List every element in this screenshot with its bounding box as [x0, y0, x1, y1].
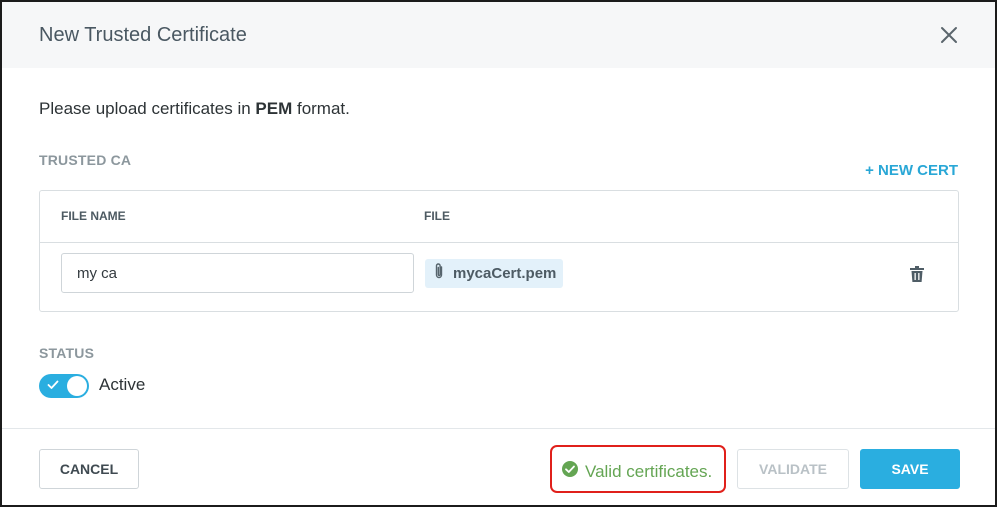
save-button[interactable]: SAVE	[860, 449, 960, 489]
check-icon	[47, 380, 59, 389]
instruction-suffix: format.	[292, 99, 350, 118]
validation-text: Valid certificates.	[585, 461, 713, 481]
upload-instruction: Please upload certificates in PEM format…	[39, 99, 350, 119]
active-toggle[interactable]	[39, 374, 89, 398]
column-header-file-name: FILE NAME	[61, 209, 126, 223]
dialog-header: New Trusted Certificate	[2, 2, 995, 68]
cancel-button[interactable]: CANCEL	[39, 449, 139, 489]
trusted-ca-label: TRUSTED CA	[39, 152, 132, 168]
column-header-file: FILE	[424, 209, 450, 223]
dialog-title: New Trusted Certificate	[39, 24, 247, 46]
check-circle-icon	[561, 460, 579, 483]
instruction-prefix: Please upload certificates in	[39, 99, 256, 118]
file-attachment-chip[interactable]: mycaCert.pem	[425, 259, 564, 288]
table-divider	[40, 242, 958, 243]
status-label: STATUS	[39, 345, 95, 361]
validation-message: Valid certificates.	[561, 460, 712, 483]
instruction-format: PEM	[255, 99, 293, 118]
file-name-label: mycaCert.pem	[453, 265, 557, 282]
certificates-table: FILE NAME FILE mycaCert.pem	[39, 190, 959, 312]
new-cert-button[interactable]: + NEW CERT	[865, 162, 958, 179]
trash-icon[interactable]	[908, 265, 926, 283]
file-name-input[interactable]	[61, 253, 414, 293]
close-icon[interactable]	[936, 22, 962, 48]
validate-button[interactable]: VALIDATE	[737, 449, 849, 489]
toggle-knob	[67, 376, 87, 396]
toggle-label: Active	[99, 375, 146, 394]
new-trusted-certificate-dialog: New Trusted Certificate Please upload ce…	[0, 0, 997, 507]
paperclip-icon	[433, 262, 445, 285]
footer-divider	[2, 428, 995, 429]
